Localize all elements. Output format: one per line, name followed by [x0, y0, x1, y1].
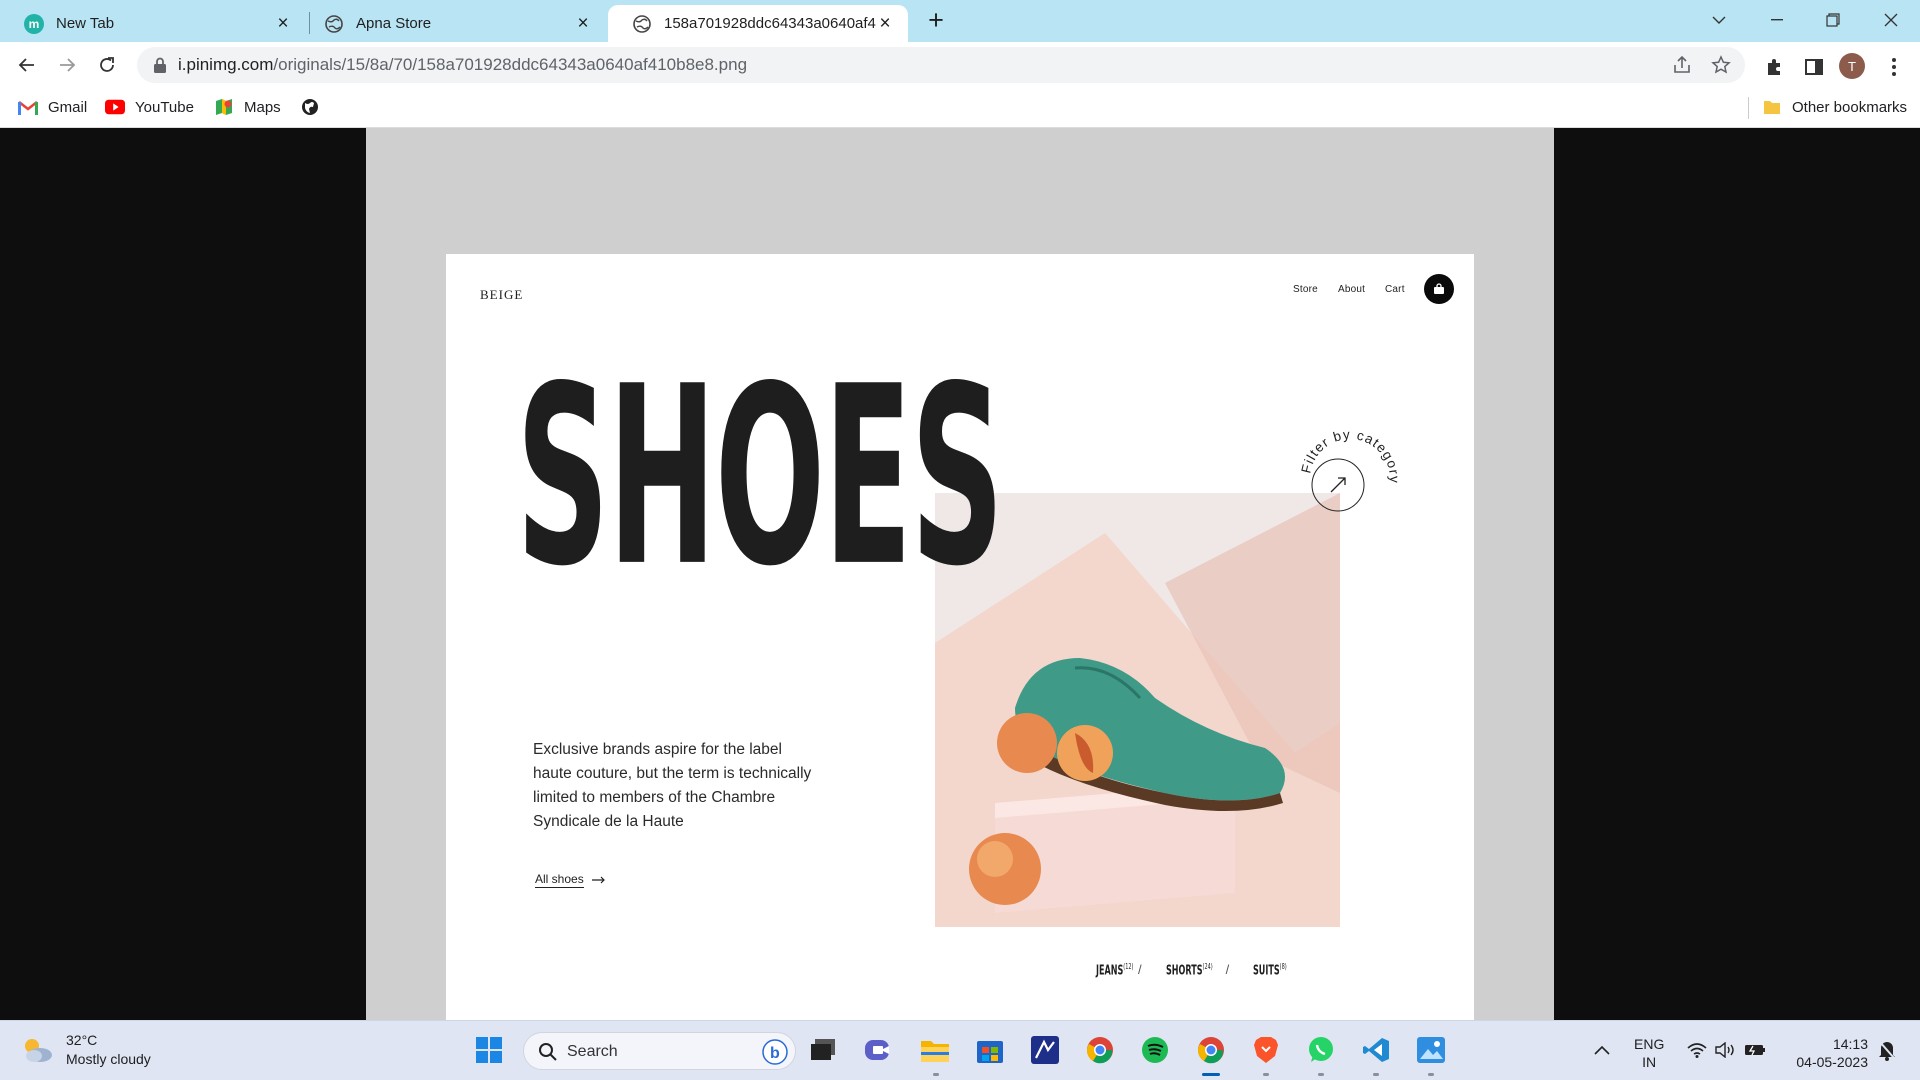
tab-image[interactable]: 158a701928ddc64343a0640af410b8e8.png ×	[608, 5, 908, 42]
address-bar[interactable]: i.pinimg.com/originals/15/8a/70/158a7019…	[137, 47, 1745, 83]
vscode-icon[interactable]	[1359, 1033, 1393, 1067]
start-button[interactable]	[472, 1033, 506, 1067]
headline: SHOES	[516, 333, 1004, 621]
category-shorts: SHORTS(24)	[1165, 962, 1213, 979]
bookmark-youtube[interactable]: YouTube	[105, 97, 194, 117]
maps-icon	[214, 97, 234, 117]
tab-new-tab[interactable]: m New Tab ×	[0, 5, 306, 42]
chevron-up-icon[interactable]	[1585, 1033, 1619, 1067]
weather-widget[interactable]: 32°C Mostly cloudy	[20, 1031, 151, 1069]
m-icon: m	[24, 13, 44, 34]
forward-button[interactable]	[50, 48, 84, 82]
category-bar: JEANS(12) / SHORTS(24) / SUITS(8)	[1096, 962, 1287, 979]
restore-button[interactable]	[1813, 4, 1853, 36]
folder-icon	[1762, 97, 1782, 117]
cart-bag-button	[1424, 274, 1454, 304]
close-tab-icon[interactable]: ×	[274, 14, 292, 33]
app-icon[interactable]	[1028, 1033, 1062, 1067]
new-tab-button[interactable]: +	[922, 6, 950, 34]
language-indicator[interactable]: ENG IN	[1634, 1035, 1664, 1071]
file-explorer-icon[interactable]	[918, 1033, 952, 1067]
category-jeans: JEANS(12)	[1096, 962, 1134, 979]
clock[interactable]: 14:13 04-05-2023	[1786, 1035, 1868, 1071]
svg-text:b: b	[770, 1045, 780, 1062]
battery-icon[interactable]	[1738, 1033, 1772, 1067]
cloudy-weather-icon	[25, 1039, 52, 1062]
chrome-active-icon[interactable]	[1194, 1033, 1228, 1067]
globe-icon	[632, 14, 652, 34]
globe-icon	[300, 97, 320, 117]
spotify-icon[interactable]	[1138, 1033, 1172, 1067]
photos-icon[interactable]	[1414, 1033, 1448, 1067]
bag-icon	[1434, 283, 1444, 294]
youtube-icon	[105, 97, 125, 117]
nav-store: Store	[1293, 284, 1318, 295]
brave-icon[interactable]	[1249, 1033, 1283, 1067]
category-suits: SUITS(8)	[1253, 962, 1287, 979]
bookmark-globe[interactable]	[300, 97, 330, 117]
nav-about: About	[1338, 284, 1366, 295]
design-mockup: BEIGE Store About Cart SHOES Filter by c…	[446, 254, 1474, 1020]
description-text: Exclusive brands aspire for the label ha…	[533, 741, 812, 830]
task-view-icon[interactable]	[806, 1033, 840, 1067]
tab-search-button[interactable]	[1699, 4, 1739, 36]
whatsapp-icon[interactable]	[1304, 1033, 1338, 1067]
globe-icon	[324, 14, 344, 34]
menu-kebab-icon[interactable]	[1880, 53, 1908, 81]
microsoft-store-icon[interactable]	[973, 1033, 1007, 1067]
back-button[interactable]	[10, 48, 44, 82]
lock-icon	[154, 57, 166, 73]
chrome-icon[interactable]	[1083, 1033, 1117, 1067]
notification-bell-icon[interactable]	[1870, 1033, 1904, 1067]
tab-apna-store[interactable]: Apna Store ×	[300, 5, 606, 42]
reload-button[interactable]	[90, 48, 124, 82]
filter-by-category-badge: Filter by category	[1298, 427, 1401, 512]
teams-chat-icon[interactable]	[862, 1033, 896, 1067]
arrow-right-icon	[591, 876, 605, 884]
minimize-button[interactable]	[1757, 4, 1797, 36]
browser-toolbar: i.pinimg.com/originals/15/8a/70/158a7019…	[0, 42, 1920, 88]
bookmark-maps[interactable]: Maps	[214, 97, 281, 117]
all-shoes-link: All shoes	[535, 872, 606, 888]
extensions-icon[interactable]	[1760, 53, 1788, 81]
gmail-icon	[18, 97, 38, 117]
share-icon[interactable]	[1670, 53, 1694, 77]
close-tab-icon[interactable]: ×	[876, 14, 894, 33]
displayed-image: BEIGE Store About Cart SHOES Filter by c…	[366, 128, 1554, 1020]
bookmark-gmail[interactable]: Gmail	[18, 97, 87, 117]
bing-icon: b	[762, 1039, 788, 1065]
nav-cart: Cart	[1385, 284, 1405, 295]
taskbar: 32°C Mostly cloudy Search b ENG IN 14:13…	[0, 1020, 1920, 1080]
bookmark-star-icon[interactable]	[1709, 53, 1733, 77]
bookmarks-bar: Gmail YouTube Maps Other bookmarks	[0, 88, 1920, 128]
windows-icon	[476, 1037, 502, 1063]
image-viewer: BEIGE Store About Cart SHOES Filter by c…	[0, 128, 1920, 1020]
tab-strip: m New Tab × Apna Store × 158a701928ddc64…	[0, 0, 1920, 42]
search-icon	[539, 1043, 557, 1061]
other-bookmarks[interactable]: Other bookmarks	[1762, 97, 1907, 117]
taskbar-search[interactable]: Search b	[523, 1032, 796, 1070]
side-panel-icon[interactable]	[1800, 53, 1828, 81]
profile-avatar[interactable]: T	[1839, 53, 1865, 79]
url-text: i.pinimg.com/originals/15/8a/70/158a7019…	[178, 55, 748, 74]
close-tab-icon[interactable]: ×	[574, 14, 592, 33]
brand-logo: BEIGE	[480, 287, 524, 302]
close-window-button[interactable]	[1871, 4, 1911, 36]
